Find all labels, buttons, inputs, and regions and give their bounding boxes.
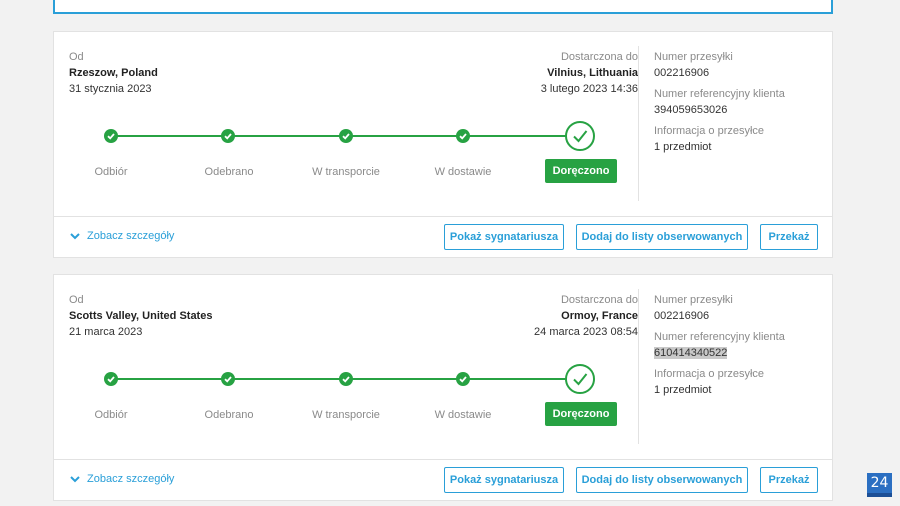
tracking-label: Numer przesyłki xyxy=(654,294,733,306)
destination-city: Vilnius, Lithuania xyxy=(547,67,638,79)
site-badge[interactable]: 24 xyxy=(867,473,892,497)
reference-label: Numer referencyjny klienta xyxy=(654,331,785,343)
tracking-label: Numer przesyłki xyxy=(654,51,733,63)
chevron-down-icon xyxy=(70,233,80,240)
check-icon xyxy=(456,129,470,143)
origin-label: Od xyxy=(69,51,84,63)
check-icon xyxy=(339,129,353,143)
check-icon xyxy=(221,129,235,143)
step-label: Odbiór xyxy=(94,166,128,178)
forward-button[interactable]: Przekaż xyxy=(760,224,818,250)
info-value: 1 przedmiot xyxy=(654,384,712,396)
shipment-card: Od Rzeszow, Poland 31 stycznia 2023 Dost… xyxy=(53,31,833,258)
forward-button[interactable]: Przekaż xyxy=(760,467,818,493)
destination: Dostarczona do Ormoy, France 24 marca 20… xyxy=(378,292,638,340)
destination-label: Dostarczona do xyxy=(560,294,638,306)
chevron-down-icon xyxy=(70,476,80,483)
info-label: Informacja o przesyłce xyxy=(654,125,765,137)
origin-city: Rzeszow, Poland xyxy=(69,67,158,79)
shipment-info: Numer przesyłki 002216906 Numer referenc… xyxy=(654,292,785,398)
shipment-summary: Od Scotts Valley, United States 21 marca… xyxy=(54,275,638,459)
delivery-date: 3 lutego 2023 14:36 xyxy=(540,83,638,95)
step-label: Odbiór xyxy=(94,409,128,421)
add-to-watchlist-button[interactable]: Dodaj do listy obserwowanych xyxy=(576,467,748,493)
step-label: Odebrano xyxy=(204,409,254,421)
step-label: W transporcie xyxy=(312,166,380,178)
details-link-label: Zobacz szczegóły xyxy=(87,230,175,242)
details-link[interactable]: Zobacz szczegóły xyxy=(69,230,174,242)
delivery-date: 24 marca 2023 08:54 xyxy=(534,326,638,338)
divider xyxy=(638,46,639,201)
divider xyxy=(54,459,832,460)
check-icon xyxy=(456,372,470,386)
tracking-number: 002216906 xyxy=(654,310,710,322)
tracking-number: 002216906 xyxy=(654,67,710,79)
origin-city: Scotts Valley, United States xyxy=(69,310,213,322)
step-label: W transporcie xyxy=(312,409,380,421)
step-label: W dostawie xyxy=(434,166,492,178)
info-label: Informacja o przesyłce xyxy=(654,368,765,380)
delivered-check-icon xyxy=(565,364,595,394)
reference-label: Numer referencyjny klienta xyxy=(654,88,785,100)
details-link[interactable]: Zobacz szczegóły xyxy=(69,473,174,485)
previous-card-edge xyxy=(53,0,833,14)
step-label-active: Doręczono xyxy=(545,159,617,183)
divider xyxy=(638,289,639,444)
check-icon xyxy=(221,372,235,386)
check-icon xyxy=(104,129,118,143)
origin-date: 21 marca 2023 xyxy=(69,326,143,338)
progress-tracker xyxy=(54,359,638,399)
add-to-watchlist-button[interactable]: Dodaj do listy obserwowanych xyxy=(576,224,748,250)
step-label: W dostawie xyxy=(434,409,492,421)
shipment-summary: Od Rzeszow, Poland 31 stycznia 2023 Dost… xyxy=(54,32,638,216)
origin-label: Od xyxy=(69,294,84,306)
show-signatory-button[interactable]: Pokaż sygnatariusza xyxy=(444,224,564,250)
shipment-card: Od Scotts Valley, United States 21 marca… xyxy=(53,274,833,501)
reference-number[interactable]: 610414340522 xyxy=(654,347,728,359)
origin-date: 31 stycznia 2023 xyxy=(69,83,152,95)
check-icon xyxy=(339,372,353,386)
step-label: Odebrano xyxy=(204,166,254,178)
delivered-check-icon xyxy=(565,121,595,151)
divider xyxy=(54,216,832,217)
destination-city: Ormoy, France xyxy=(561,310,638,322)
step-label-active: Doręczono xyxy=(545,402,617,426)
details-link-label: Zobacz szczegóły xyxy=(87,473,175,485)
destination-label: Dostarczona do xyxy=(560,51,638,63)
shipment-info: Numer przesyłki 002216906 Numer referenc… xyxy=(654,49,785,155)
show-signatory-button[interactable]: Pokaż sygnatariusza xyxy=(444,467,564,493)
progress-tracker xyxy=(54,116,638,156)
origin: Od Rzeszow, Poland 31 stycznia 2023 xyxy=(69,49,158,97)
destination: Dostarczona do Vilnius, Lithuania 3 lute… xyxy=(378,49,638,97)
reference-number: 394059653026 xyxy=(654,104,728,116)
info-value: 1 przedmiot xyxy=(654,141,712,153)
check-icon xyxy=(104,372,118,386)
origin: Od Scotts Valley, United States 21 marca… xyxy=(69,292,212,340)
